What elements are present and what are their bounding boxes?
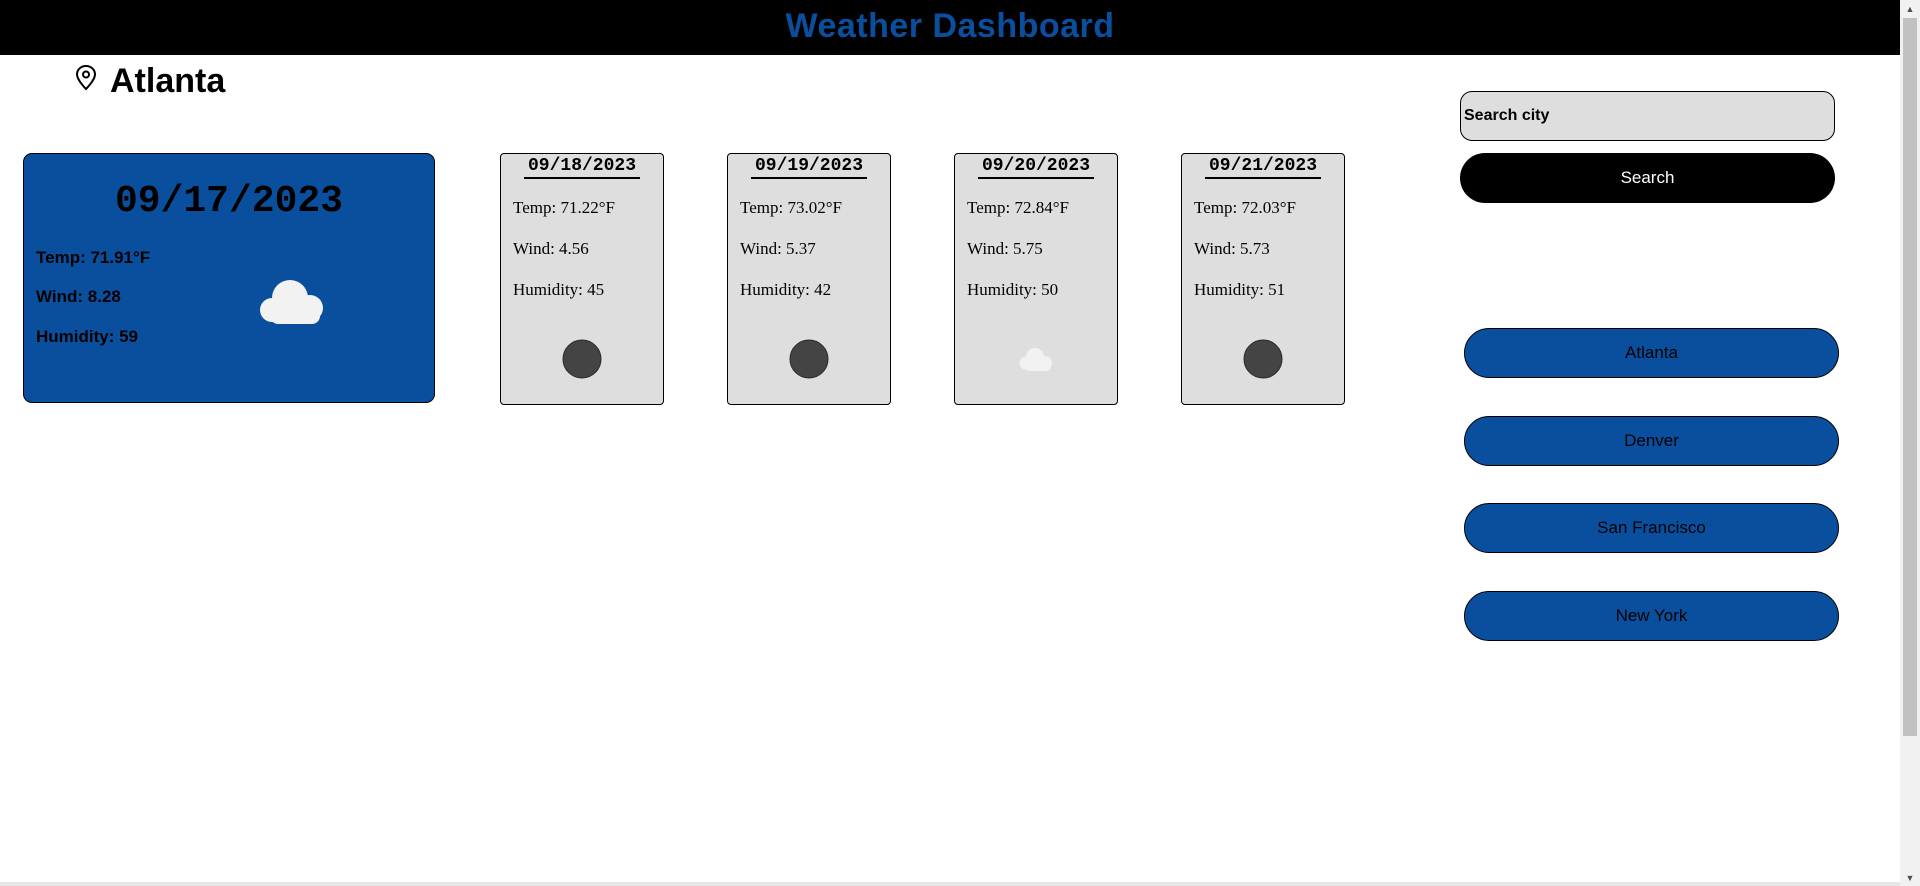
scroll-down-arrow-icon[interactable]: ▼ xyxy=(1900,869,1920,886)
forecast-date: 09/18/2023 xyxy=(501,156,663,179)
page-title: Weather Dashboard xyxy=(785,7,1115,45)
forecast-temp: Temp: 71.22°F xyxy=(513,198,615,217)
history-button-san-francisco[interactable]: San Francisco xyxy=(1464,503,1839,553)
current-city-name: Atlanta xyxy=(110,62,226,100)
forecast-card: 09/21/2023 Temp: 72.03°F Wind: 5.73 Humi… xyxy=(1181,153,1345,405)
vertical-scrollbar[interactable]: ▲ ▼ xyxy=(1900,0,1920,886)
forecast-humidity: Humidity: 45 xyxy=(513,280,605,299)
current-temp: Temp: 71.91°F xyxy=(36,248,151,267)
history-button-new-york[interactable]: New York xyxy=(1464,591,1839,641)
page-bottom-edge xyxy=(0,882,1900,886)
forecast-wind: Wind: 5.75 xyxy=(967,239,1043,258)
forecast-temp: Temp: 72.84°F xyxy=(967,198,1069,217)
location-pin-icon xyxy=(75,64,97,90)
cloud-icon xyxy=(1019,348,1052,371)
history-button-denver[interactable]: Denver xyxy=(1464,416,1839,466)
cloud-icon xyxy=(260,280,323,324)
search-input[interactable] xyxy=(1460,91,1835,141)
dark-circle-icon xyxy=(789,339,829,379)
forecast-card: 09/18/2023 Temp: 71.22°F Wind: 4.56 Humi… xyxy=(500,153,664,405)
forecast-humidity: Humidity: 51 xyxy=(1194,280,1286,299)
forecast-wind: Wind: 5.37 xyxy=(740,239,816,258)
forecast-wind: Wind: 4.56 xyxy=(513,239,589,258)
scroll-up-arrow-icon[interactable]: ▲ xyxy=(1900,0,1920,17)
current-weather-card: 09/17/2023 Temp: 71.91°F Wind: 8.28 Humi… xyxy=(23,153,435,403)
scrollbar-thumb[interactable] xyxy=(1903,18,1917,736)
forecast-card: 09/19/2023 Temp: 73.02°F Wind: 5.37 Humi… xyxy=(727,153,891,405)
forecast-date: 09/19/2023 xyxy=(728,156,890,179)
forecast-temp: Temp: 72.03°F xyxy=(1194,198,1296,217)
current-wind: Wind: 8.28 xyxy=(36,287,121,306)
current-date: 09/17/2023 xyxy=(114,180,344,223)
forecast-humidity: Humidity: 42 xyxy=(740,280,832,299)
dark-circle-icon xyxy=(562,339,602,379)
forecast-card: 09/20/2023 Temp: 72.84°F Wind: 5.75 Humi… xyxy=(954,153,1118,405)
forecast-date: 09/20/2023 xyxy=(955,156,1117,179)
forecast-date: 09/21/2023 xyxy=(1182,156,1344,179)
app-header: Weather Dashboard xyxy=(0,0,1900,55)
forecast-wind: Wind: 5.73 xyxy=(1194,239,1270,258)
history-button-atlanta[interactable]: Atlanta xyxy=(1464,328,1839,378)
forecast-temp: Temp: 73.02°F xyxy=(740,198,842,217)
current-city-heading: Atlanta xyxy=(74,62,225,101)
search-button[interactable]: Search xyxy=(1460,153,1835,203)
page: Weather Dashboard Atlanta 09/17/2023 Tem… xyxy=(0,0,1900,886)
forecast-humidity: Humidity: 50 xyxy=(967,280,1059,299)
current-humidity: Humidity: 59 xyxy=(36,327,139,346)
dark-circle-icon xyxy=(1243,339,1283,379)
